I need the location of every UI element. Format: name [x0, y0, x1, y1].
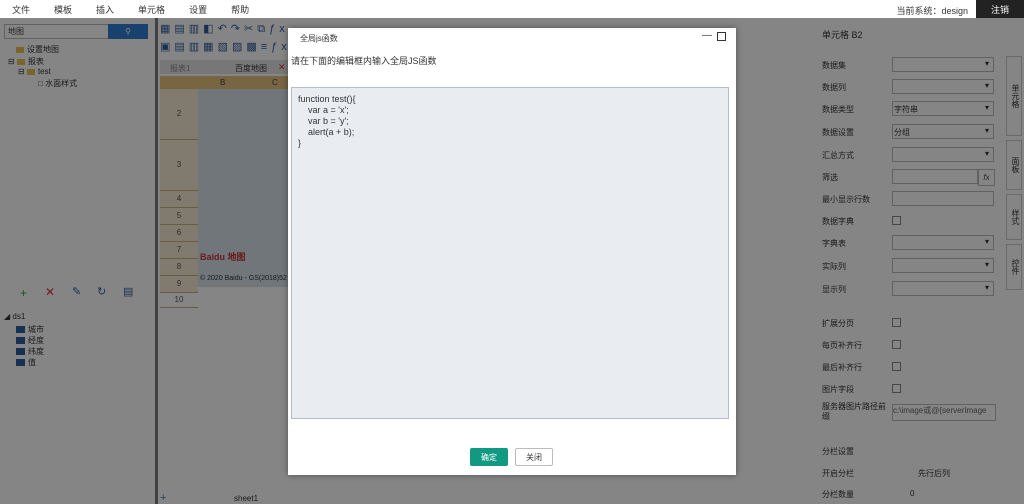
dialog-instruction: 请在下面的编辑框内输入全局JS函数 — [291, 56, 437, 66]
menu-help[interactable]: 帮助 — [219, 3, 261, 16]
top-menu-bar: 文件 模板 插入 单元格 设置 帮助 当前系统：design 注销 — [0, 0, 1024, 18]
ok-button[interactable]: 确定 — [470, 448, 508, 466]
current-user: 当前系统：design — [896, 6, 968, 16]
code-line: alert(a + b); — [298, 127, 355, 137]
logout-button[interactable]: 注销 — [976, 0, 1024, 18]
global-js-dialog: 全局js函数 — 请在下面的编辑框内输入全局JS函数 function test… — [288, 28, 736, 475]
js-code-editor[interactable]: function test(){ var a = 'x'; var b = 'y… — [291, 87, 729, 419]
menu-file[interactable]: 文件 — [0, 3, 42, 16]
code-line: var a = 'x'; — [298, 105, 349, 115]
menu-insert[interactable]: 插入 — [84, 3, 126, 16]
minimize-icon[interactable]: — — [702, 30, 712, 41]
menu-template[interactable]: 模板 — [42, 3, 84, 16]
menu-cell[interactable]: 单元格 — [126, 3, 177, 16]
close-button[interactable]: 关闭 — [515, 448, 553, 466]
code-line: var b = 'y'; — [298, 116, 349, 126]
menu-settings[interactable]: 设置 — [177, 3, 219, 16]
code-line: function test(){ — [298, 94, 356, 104]
dialog-title: 全局js函数 — [300, 34, 338, 43]
maximize-icon[interactable] — [717, 32, 726, 41]
code-line: } — [298, 138, 302, 148]
